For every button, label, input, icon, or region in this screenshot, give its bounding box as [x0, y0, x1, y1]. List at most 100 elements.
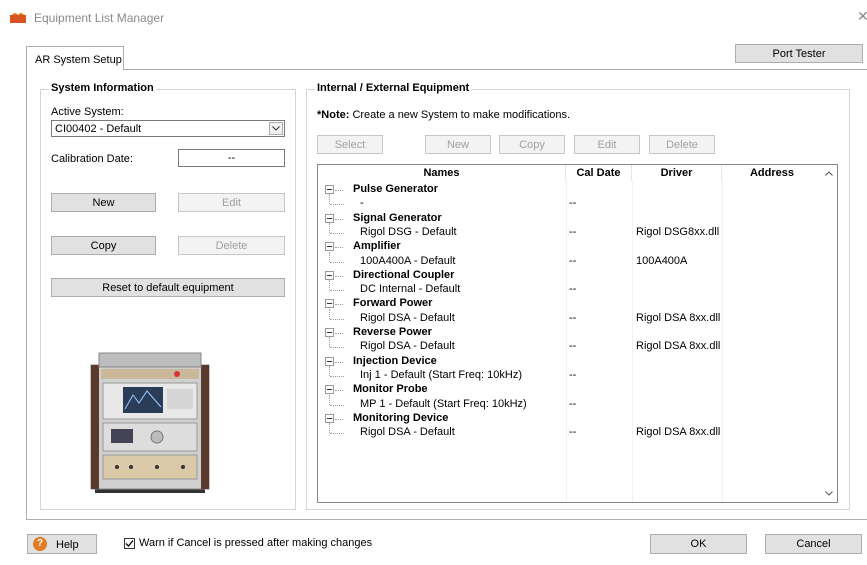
help-button[interactable]: ? Help [27, 534, 97, 554]
tree-item-row[interactable]: 100A400A - Default -- 100A400A [318, 251, 821, 269]
tree-group-name: Amplifier [353, 240, 401, 253]
tree-item-row[interactable]: DC Internal - Default -- [318, 280, 821, 297]
tree-group-row[interactable]: Pulse Generator [318, 183, 821, 197]
tree-item-cal-date: -- [569, 368, 577, 381]
tree-group-row[interactable]: Amplifier [318, 240, 821, 254]
tree-item-cal-date: -- [569, 340, 577, 353]
tree-group-row[interactable]: Injection Device [318, 355, 821, 369]
tree-connector [329, 194, 330, 205]
edit-equipment-label: Edit [597, 138, 617, 151]
tree-group-row[interactable]: Reverse Power [318, 326, 821, 340]
tree-group-name: Monitoring Device [353, 411, 449, 424]
tree-item-row[interactable]: Inj 1 - Default (Start Freq: 10kHz) -- [318, 365, 821, 383]
tree-item-name: 100A400A - Default [360, 254, 456, 267]
tree-item-name: Inj 1 - Default (Start Freq: 10kHz) [360, 368, 522, 381]
equipment-image [90, 352, 210, 493]
new-system-label: New [92, 196, 115, 209]
tree-connector [335, 275, 343, 277]
equipment-group-title: Internal / External Equipment [315, 82, 472, 94]
tree-item-row[interactable]: Rigol DSG - Default -- Rigol DSG8xx.dll [318, 222, 821, 240]
tree-item-driver: Rigol DSA 8xx.dll [636, 340, 721, 353]
equipment-tree[interactable]: Names Cal Date Driver Address Pulse Gene… [317, 164, 838, 503]
tree-item-row[interactable]: Rigol DSA - Default -- Rigol DSA 8xx.dll [318, 308, 821, 326]
active-system-dropdown[interactable]: CI00402 - Default [51, 120, 285, 137]
calibration-date-field: -- [178, 149, 285, 167]
system-information-title: System Information [49, 82, 156, 94]
tree-item-row[interactable]: Rigol DSA - Default -- Rigol DSA 8xx.dll [318, 423, 821, 440]
ok-label: OK [690, 538, 707, 550]
edit-system-button[interactable]: Edit [178, 193, 285, 212]
collapse-icon[interactable] [325, 299, 334, 309]
tree-group-row[interactable]: Monitoring Device [318, 412, 821, 426]
copy-equipment-button[interactable]: Copy [499, 135, 565, 154]
cancel-button[interactable]: Cancel [765, 534, 862, 554]
tree-item-driver: Rigol DSA 8xx.dll [636, 311, 721, 324]
warn-cancel-checkbox[interactable] [124, 538, 135, 549]
vertical-scrollbar[interactable] [820, 165, 837, 502]
column-header-cal-date[interactable]: Cal Date [566, 165, 632, 181]
tree-group-row[interactable]: Monitor Probe [318, 383, 821, 397]
tree-connector [335, 218, 343, 220]
tree-item-row[interactable]: Rigol DSA - Default -- Rigol DSA 8xx.dll [318, 337, 821, 354]
tree-connector [329, 423, 330, 434]
select-button[interactable]: Select [317, 135, 383, 154]
tree-item-row[interactable]: - -- [318, 194, 821, 211]
active-system-label: Active System: [51, 106, 124, 118]
check-icon [125, 540, 134, 547]
tab-ar-system-setup[interactable]: AR System Setup [26, 46, 124, 70]
collapse-icon[interactable] [325, 270, 334, 280]
tree-group-row[interactable]: Directional Coupler [318, 269, 821, 283]
tree-connector [335, 304, 343, 306]
edit-equipment-button[interactable]: Edit [574, 135, 640, 154]
tree-connector [335, 361, 343, 363]
tree-connector [335, 333, 343, 334]
tree-connector [335, 247, 343, 249]
column-header-address[interactable]: Address [722, 165, 822, 181]
ok-button[interactable]: OK [650, 534, 747, 554]
collapse-icon[interactable] [325, 213, 334, 223]
calibration-date-label: Calibration Date: [51, 153, 133, 165]
scroll-up-icon[interactable] [820, 165, 837, 182]
close-icon[interactable]: ✕ [857, 8, 867, 24]
collapse-icon[interactable] [325, 385, 334, 395]
scroll-down-icon[interactable] [820, 485, 837, 502]
tree-group-row[interactable]: Forward Power [318, 297, 821, 311]
collapse-icon[interactable] [325, 413, 334, 423]
tree-connector [329, 280, 330, 291]
tree-item-name: Rigol DSA - Default [360, 426, 455, 439]
tab-label: AR System Setup [35, 54, 122, 66]
tree-group-name: Forward Power [353, 297, 433, 310]
collapse-icon[interactable] [325, 328, 334, 337]
column-header-driver[interactable]: Driver [632, 165, 722, 181]
tree-item-cal-date: -- [569, 254, 577, 267]
tree-connector [330, 261, 344, 263]
tree-connector [330, 347, 344, 349]
tree-group-name: Monitor Probe [353, 383, 428, 396]
collapse-icon[interactable] [325, 242, 334, 252]
tree-group-row[interactable]: Signal Generator [318, 212, 821, 226]
tree-item-row[interactable]: MP 1 - Default (Start Freq: 10kHz) -- [318, 394, 821, 412]
tree-item-cal-date: -- [569, 225, 577, 238]
tree-connector [330, 204, 344, 206]
collapse-icon[interactable] [325, 356, 334, 366]
help-icon: ? [33, 537, 47, 551]
column-header-names[interactable]: Names [318, 165, 566, 181]
tree-item-cal-date: -- [569, 197, 577, 210]
tree-item-driver: 100A400A [636, 254, 688, 267]
tree-connector [330, 232, 344, 234]
chevron-down-icon[interactable] [269, 122, 283, 135]
window-title: Equipment List Manager [34, 11, 165, 25]
copy-system-button[interactable]: Copy [51, 236, 156, 255]
tree-item-cal-date: -- [569, 283, 577, 296]
delete-equipment-button[interactable]: Delete [649, 135, 715, 154]
delete-system-label: Delete [215, 239, 248, 252]
tree-connector [329, 308, 330, 319]
delete-system-button[interactable]: Delete [178, 236, 285, 255]
new-system-button[interactable]: New [51, 193, 156, 212]
port-tester-button[interactable]: Port Tester [735, 44, 863, 63]
collapse-icon[interactable] [325, 185, 334, 194]
reset-default-equipment-button[interactable]: Reset to default equipment [51, 278, 285, 297]
tree-connector [330, 290, 344, 292]
new-equipment-button[interactable]: New [425, 135, 491, 154]
new-equipment-label: New [446, 138, 469, 151]
